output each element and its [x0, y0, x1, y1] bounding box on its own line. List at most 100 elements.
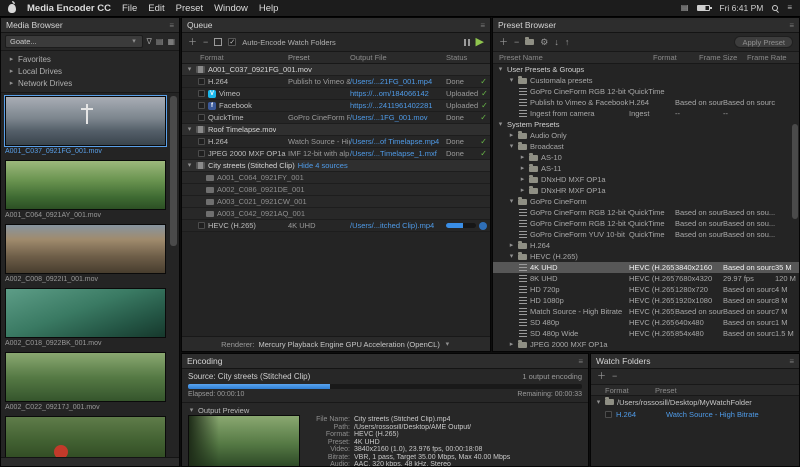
output-checkbox[interactable] — [605, 411, 612, 418]
media-clip[interactable]: A002_C018_0922BK_001.mov — [5, 288, 166, 348]
output-checkbox[interactable] — [198, 102, 205, 109]
queue-tab[interactable]: Queue — [187, 20, 213, 30]
preset-row-gopro-cineform-rgb-12-bit-with-alpha-at[interactable]: GoPro CineForm RGB 12-bit with alpha at.… — [493, 218, 799, 229]
queue-output-row[interactable]: H.264Watch Source - High Bi.../Users/...… — [182, 136, 490, 148]
disclosure-triangle-icon[interactable]: ▾ — [497, 66, 504, 73]
preset-row-h-264[interactable]: ▸H.264 — [493, 240, 799, 251]
preset-row-dnxhr-mxf-op1a[interactable]: ▸DNxHR MXF OP1a — [493, 185, 799, 196]
pause-queue-button[interactable] — [464, 39, 470, 46]
menu-file[interactable]: File — [122, 3, 137, 14]
disclosure-triangle-icon[interactable]: ▾ — [508, 77, 515, 84]
media-clip[interactable]: A002_C022_09217J_001.mov — [5, 352, 166, 412]
disclosure-triangle-icon[interactable]: ▾ — [508, 253, 515, 260]
disclosure-triangle-icon[interactable]: ▾ — [186, 66, 193, 73]
preset-row-gopro-cineform[interactable]: ▾GoPro CineForm — [493, 196, 799, 207]
renderer-dropdown[interactable]: Mercury Playback Engine GPU Acceleration… — [259, 340, 440, 349]
disclosure-triangle-icon[interactable]: ▸ — [519, 165, 526, 172]
preset-row-gopro-cineform-yuv-10-bit[interactable]: GoPro CineForm YUV 10-bitQuickTimeBased … — [493, 229, 799, 240]
preset-row-mpeg-2[interactable]: ▸MPEG-2 — [493, 350, 799, 351]
preset-row-customala-presets[interactable]: ▾Customala presets — [493, 75, 799, 86]
media-browser-tab[interactable]: Media Browser — [6, 20, 63, 30]
preset-scrollbar[interactable] — [792, 124, 798, 219]
panel-menu-icon[interactable]: ≡ — [578, 357, 583, 366]
watch-column-header[interactable]: Preset — [655, 386, 677, 395]
media-clip[interactable]: A002_C022_09221T_001.mov — [5, 416, 166, 457]
clip-thumbnail[interactable] — [5, 288, 166, 338]
queue-output-row[interactable]: HEVC (H.265)4K UHD/Users/...itched Clip)… — [182, 220, 490, 232]
tree-item-local-drives[interactable]: ▸Local Drives — [1, 65, 179, 77]
preset-row-gopro-cineform-rgb-12-bit-with-alpha-hike[interactable]: GoPro CineForm RGB 12-bit with alpha (Hi… — [493, 86, 799, 97]
menu-window[interactable]: Window — [214, 3, 248, 14]
media-clip[interactable]: A001_C037_0921FG_001.mov — [5, 96, 166, 156]
preset-row-as-11[interactable]: ▸AS-11 — [493, 163, 799, 174]
disclosure-triangle-icon[interactable]: ▾ — [186, 162, 193, 169]
media-clip[interactable]: A002_C008_0922I1_001.mov — [5, 224, 166, 284]
export-preset-icon[interactable]: ↑ — [565, 38, 570, 47]
preset-row-as-10[interactable]: ▸AS-10 — [493, 152, 799, 163]
output-checkbox[interactable] — [198, 90, 205, 97]
preset-row-gopro-cineform-rgb-12-bit-with-alpha[interactable]: GoPro CineForm RGB 12-bit with alphaQuic… — [493, 207, 799, 218]
add-output-icon[interactable]: ＋ — [188, 38, 197, 47]
preset-row-8k-uhd[interactable]: 8K UHDHEVC (H.265)7680x432029.97 fps120 … — [493, 273, 799, 284]
preset-row-jpeg-2000-mxf-op1a[interactable]: ▸JPEG 2000 MXF OP1a — [493, 339, 799, 350]
disclosure-triangle-icon[interactable]: ▸ — [519, 187, 526, 194]
preset-row-hd-720p[interactable]: HD 720pHEVC (H.265)1280x720Based on sour… — [493, 284, 799, 295]
watch-folder-path-row[interactable]: ▾/Users/rossosill/Desktop/MyWatchFolder — [591, 396, 799, 408]
preset-browser-tab[interactable]: Preset Browser — [498, 20, 556, 30]
disclosure-triangle-icon[interactable]: ▾ — [595, 399, 602, 406]
disclosure-triangle-icon[interactable]: ▸ — [519, 176, 526, 183]
spotlight-icon[interactable] — [772, 5, 778, 11]
panel-menu-icon[interactable]: ≡ — [789, 21, 794, 30]
new-group-icon[interactable] — [525, 39, 534, 45]
menu-clock[interactable]: Fri 6:41 PM — [719, 3, 763, 13]
preset-row-sd-480p-wide[interactable]: SD 480p WideHEVC (H.265)854x480Based on … — [493, 328, 799, 339]
output-checkbox[interactable] — [198, 78, 205, 85]
display-icon[interactable]: ▤ — [681, 4, 689, 12]
output-file-link[interactable]: /Users/...Timelapse_1.mxf — [350, 149, 446, 158]
panel-menu-icon[interactable]: ≡ — [789, 357, 794, 366]
duplicate-icon[interactable] — [214, 38, 222, 46]
preset-row-publish-to-vimeo-facebook[interactable]: Publish to Vimeo & FacebookH.264Based on… — [493, 97, 799, 108]
add-preset-icon[interactable]: ＋ — [499, 38, 508, 47]
menu-preset[interactable]: Preset — [176, 3, 203, 14]
apply-preset-button[interactable]: Apply Preset — [734, 36, 793, 48]
queue-column-header[interactable]: Format — [182, 53, 288, 62]
remove-watch-folder-icon[interactable]: − — [612, 372, 617, 381]
watch-column-header[interactable]: Format — [591, 386, 655, 395]
output-checkbox[interactable] — [198, 222, 205, 229]
list-view-icon[interactable]: ▤ — [156, 37, 164, 46]
disclosure-triangle-icon[interactable]: ▸ — [508, 242, 515, 249]
disclosure-triangle-icon[interactable]: ▾ — [186, 126, 193, 133]
clip-thumbnail[interactable] — [5, 224, 166, 274]
watch-folder-output-row[interactable]: H.264Watch Source - High Bitrate — [591, 408, 799, 420]
preset-row-system-presets[interactable]: ▾System Presets — [493, 119, 799, 130]
preset-row-hd-1080p[interactable]: HD 1080pHEVC (H.265)1920x1080Based on so… — [493, 295, 799, 306]
media-browser-scrollbar[interactable] — [170, 96, 177, 246]
preset-row-broadcast[interactable]: ▾Broadcast — [493, 141, 799, 152]
output-file-link[interactable]: /Users/...itched Clip).mp4 — [350, 221, 446, 230]
notification-center-icon[interactable]: ≡ — [787, 4, 792, 12]
apple-menu-icon[interactable] — [8, 4, 16, 13]
output-checkbox[interactable] — [198, 150, 205, 157]
auto-encode-checkbox[interactable]: ✓ — [228, 38, 236, 46]
media-source-dropdown[interactable]: Goate... ▾ — [5, 35, 143, 48]
clip-thumbnail[interactable] — [5, 96, 166, 146]
preset-settings-icon[interactable]: ⚙ — [540, 38, 548, 47]
encoding-tab[interactable]: Encoding — [187, 356, 222, 366]
preset-column-header[interactable]: Preset Name — [499, 53, 653, 62]
queue-output-row[interactable]: JPEG 2000 MXF OP1aIMF 12-bit with alp...… — [182, 148, 490, 160]
output-file-link[interactable]: https://...2411961402281 — [350, 101, 446, 110]
start-queue-button[interactable]: ▶ — [476, 37, 484, 48]
preset-row-audio-only[interactable]: ▸Audio Only — [493, 130, 799, 141]
remove-output-icon[interactable]: − — [203, 38, 208, 47]
media-clip[interactable]: A001_C064_0921AY_001.mov — [5, 160, 166, 220]
panel-menu-icon[interactable]: ≡ — [169, 21, 174, 30]
preset-row-user-presets-groups[interactable]: ▾User Presets & Groups — [493, 64, 799, 75]
preset-row-sd-480p[interactable]: SD 480pHEVC (H.265)640x480Based on sourc… — [493, 317, 799, 328]
menu-app-name[interactable]: Media Encoder CC — [27, 3, 111, 14]
import-preset-icon[interactable]: ↓ — [554, 38, 559, 47]
tree-item-favorites[interactable]: ▸Favorites — [1, 53, 179, 65]
tree-item-network-drives[interactable]: ▸Network Drives — [1, 77, 179, 89]
queue-output-row[interactable]: H.264Publish to Vimeo & Fac.../Users/...… — [182, 76, 490, 88]
queue-column-header[interactable]: Status — [446, 53, 490, 62]
